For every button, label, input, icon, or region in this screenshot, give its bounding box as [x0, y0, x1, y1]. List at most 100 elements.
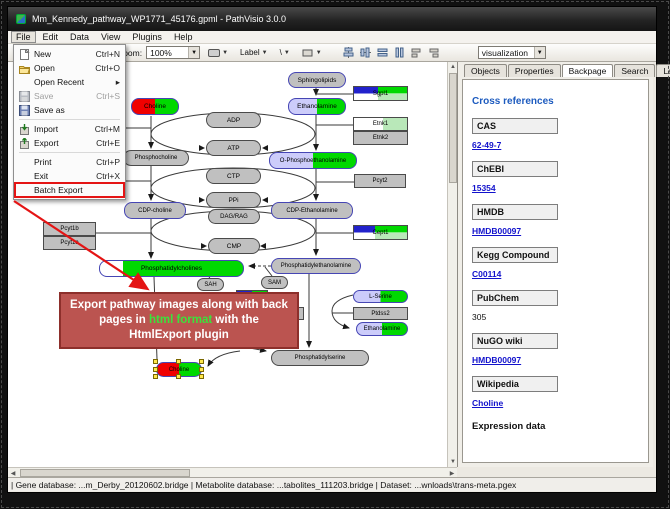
- saveas-icon: [19, 105, 30, 116]
- crossref-source-name: HMDB: [472, 204, 558, 220]
- tab-objects[interactable]: Objects: [464, 64, 507, 77]
- node-sam[interactable]: SAM: [261, 276, 288, 289]
- tab-search[interactable]: Search: [614, 64, 655, 77]
- datanode-template-button[interactable]: ▼: [204, 46, 232, 60]
- selection-handle[interactable]: [153, 367, 158, 372]
- file-menu-item-print[interactable]: PrintCtrl+P: [15, 155, 124, 169]
- align-center-y-icon: [360, 47, 371, 58]
- align-center-x-button[interactable]: [342, 47, 355, 59]
- menubar-item-data[interactable]: Data: [65, 32, 94, 42]
- node-phosphatidylserine[interactable]: Phosphatidylserine: [271, 350, 369, 366]
- gene-box-pcyt1a[interactable]: Pcyt1a: [43, 236, 96, 250]
- file-menu-item-new[interactable]: NewCtrl+N: [15, 47, 124, 61]
- gene-box-cept1[interactable]: Cept1: [353, 225, 408, 240]
- node-ethanolamine-top[interactable]: Ethanolamine: [288, 98, 346, 115]
- node-phosphatidylcholines[interactable]: Phosphatidylcholines: [99, 260, 244, 277]
- node-ethanolamine-lower[interactable]: Ethanolamine: [356, 322, 408, 336]
- canvas-vertical-scrollbar[interactable]: ▲ ▼: [447, 62, 457, 467]
- selection-handle[interactable]: [199, 367, 204, 372]
- menubar-item-edit[interactable]: Edit: [38, 32, 64, 42]
- file-menu-item-export[interactable]: ExportCtrl+E: [15, 136, 124, 150]
- selection-handle[interactable]: [199, 374, 204, 379]
- file-menu-item-batch-export[interactable]: Batch Export: [15, 183, 124, 197]
- chevron-down-icon[interactable]: ▼: [534, 47, 545, 58]
- file-menu-item-save[interactable]: SaveCtrl+S: [15, 89, 124, 103]
- menubar-item-view[interactable]: View: [96, 32, 125, 42]
- menubar-item-file[interactable]: File: [11, 31, 36, 43]
- selection-handle[interactable]: [153, 359, 158, 364]
- shape-tool-button[interactable]: ▼: [298, 46, 326, 60]
- cross-references-heading: Cross references: [472, 96, 639, 107]
- line-tool-button[interactable]: \ ▼: [276, 46, 294, 60]
- crossref-link[interactable]: 62-49-7: [472, 140, 501, 150]
- node-label: SAH: [204, 282, 216, 288]
- node-sah[interactable]: SAH: [197, 278, 224, 291]
- node-o-phosphoethanolamine[interactable]: O-Phosphoethanolamine: [269, 152, 357, 169]
- menu-item-label: Save as: [34, 105, 116, 115]
- node-label: Ethanolamine: [364, 326, 401, 332]
- node-ppi[interactable]: PPi: [206, 192, 261, 208]
- crossref-link[interactable]: Choline: [472, 398, 503, 408]
- visualization-combobox[interactable]: visualization ▼: [478, 46, 546, 59]
- file-menu-item-import[interactable]: ImportCtrl+M: [15, 122, 124, 136]
- selection-handle[interactable]: [199, 359, 204, 364]
- node-dag-rag[interactable]: DAG/RAG: [208, 209, 260, 224]
- align-left-icon: [411, 47, 422, 58]
- node-cmp[interactable]: CMP: [208, 238, 260, 254]
- file-menu-item-open[interactable]: OpenCtrl+O: [15, 61, 124, 75]
- file-menu-item-save-as[interactable]: Save as: [15, 103, 124, 117]
- node-label: Etnk1: [373, 121, 388, 127]
- selection-handle[interactable]: [153, 374, 158, 379]
- menu-item-label: Print: [34, 157, 92, 167]
- selection-handle[interactable]: [176, 374, 181, 379]
- gene-box-pcyt1b[interactable]: Pcyt1b: [43, 222, 96, 236]
- chevron-down-icon[interactable]: ▼: [188, 47, 199, 58]
- crossref-section-kegg-compound: Kegg CompoundC00114: [472, 247, 639, 279]
- zoom-combobox[interactable]: 100% ▼: [146, 46, 200, 59]
- node-label: Etnk2: [373, 135, 388, 141]
- label-template-button[interactable]: Label ▼: [236, 46, 272, 60]
- menubar-item-help[interactable]: Help: [169, 32, 198, 42]
- node-phosphocholine[interactable]: Phosphocholine: [123, 150, 189, 166]
- node-label: Phosphatidylethanolamine: [281, 263, 351, 269]
- align-left-button[interactable]: [410, 47, 423, 59]
- gene-box-etnk2[interactable]: Etnk2: [353, 131, 408, 145]
- vertical-scroll-thumb[interactable]: [449, 73, 457, 183]
- horizontal-scroll-thumb[interactable]: [20, 469, 190, 477]
- node-choline-top[interactable]: Choline: [131, 98, 179, 115]
- node-phosphatidylethanolamine[interactable]: Phosphatidylethanolamine: [271, 258, 361, 274]
- tab-legend[interactable]: Legend: [656, 64, 670, 77]
- menu-shortcut: Ctrl+X: [96, 171, 120, 181]
- node-ctp[interactable]: CTP: [206, 168, 261, 184]
- tab-backpage[interactable]: Backpage: [562, 64, 614, 77]
- zoom-value: 100%: [147, 48, 188, 58]
- node-adp[interactable]: ADP: [206, 112, 261, 128]
- align-right-button[interactable]: [427, 47, 440, 59]
- crossref-link[interactable]: 15354: [472, 183, 496, 193]
- node-cdp-choline[interactable]: CDP-choline: [124, 202, 186, 219]
- crossref-link[interactable]: C00114: [472, 269, 501, 279]
- node-l-serine[interactable]: L-Serine: [353, 290, 408, 303]
- canvas-horizontal-scrollbar[interactable]: ◀ ▶: [8, 467, 457, 477]
- selection-handle[interactable]: [176, 359, 181, 364]
- node-cdp-ethanolamine[interactable]: CDP-Ethanolamine: [271, 202, 353, 219]
- node-sphingolipids[interactable]: Sphingolipids: [288, 72, 346, 88]
- file-menu-item-open-recent[interactable]: Open Recent▸: [15, 75, 124, 89]
- crossref-link[interactable]: HMDB00097: [472, 355, 521, 365]
- crossref-link[interactable]: HMDB00097: [472, 226, 521, 236]
- align-center-y-button[interactable]: [359, 47, 372, 59]
- gene-box-ptdss2[interactable]: Ptdss2: [353, 307, 408, 320]
- blank-icon: [19, 171, 30, 182]
- tab-properties[interactable]: Properties: [508, 64, 561, 77]
- crossref-source-name: CAS: [472, 118, 558, 134]
- node-atp[interactable]: ATP: [206, 140, 261, 156]
- menubar-item-plugins[interactable]: Plugins: [127, 32, 167, 42]
- gene-box-sgpl1[interactable]: Sgpl1: [353, 86, 408, 101]
- gene-box-pcyt2[interactable]: Pcyt2: [354, 174, 406, 188]
- file-menu-item-exit[interactable]: ExitCtrl+X: [15, 169, 124, 183]
- common-width-button[interactable]: [393, 47, 406, 59]
- gene-box-etnk1[interactable]: Etnk1: [353, 117, 408, 131]
- line-icon: \: [280, 48, 282, 57]
- common-height-button[interactable]: [376, 47, 389, 59]
- menu-separator: [19, 152, 120, 153]
